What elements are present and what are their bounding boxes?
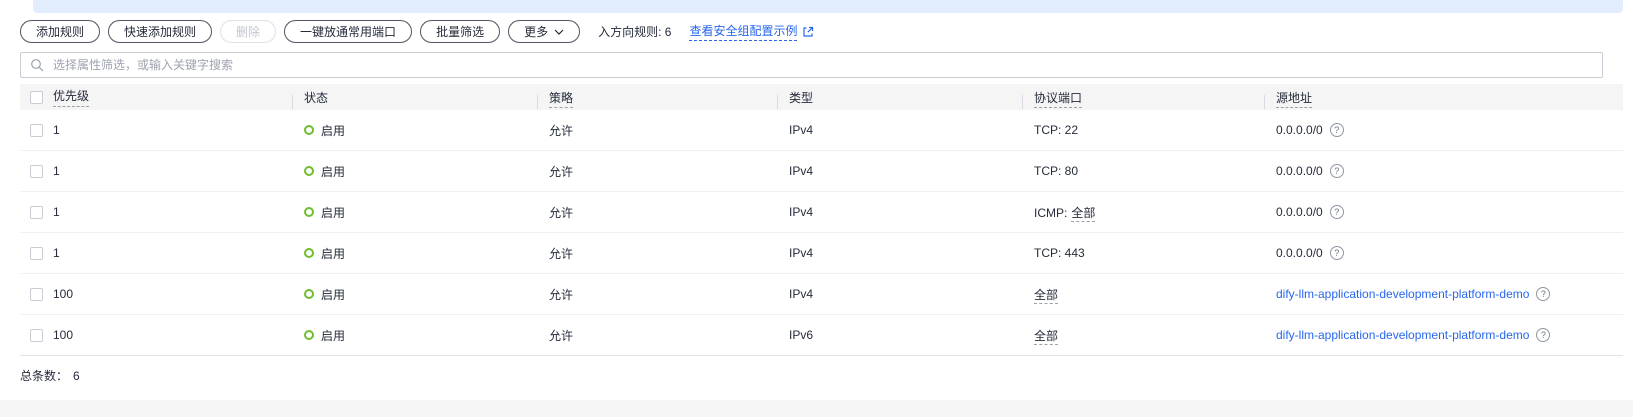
priority-value: 100 [53, 328, 74, 342]
row-checkbox[interactable] [30, 123, 43, 137]
table-body: 1 启用 允许 IPv4 TCP: 22 0.0.0.0/0 ? 1 启用 允许… [20, 110, 1623, 356]
row-checkbox[interactable] [30, 164, 43, 178]
search-icon [31, 59, 44, 72]
open-common-ports-button[interactable]: 一键放通常用端口 [284, 20, 413, 43]
table-row: 1 启用 允许 IPv4 TCP: 443 0.0.0.0/0 ? [20, 233, 1623, 274]
help-icon[interactable]: ? [1329, 123, 1344, 137]
help-icon[interactable]: ? [1536, 287, 1551, 301]
policy-value: 允许 [549, 205, 574, 220]
help-icon[interactable]: ? [1536, 328, 1551, 342]
help-icon[interactable]: ? [1329, 205, 1344, 219]
table-row: 1 启用 允许 IPv4 ICMP: 全部 0.0.0.0/0 ? [20, 192, 1623, 233]
protocol-value: TCP: 80 [1034, 164, 1079, 178]
select-all-checkbox[interactable] [30, 90, 43, 104]
status-label: 启用 [321, 123, 346, 138]
status-label: 启用 [321, 328, 346, 343]
protocol-value: TCP: 22 [1034, 123, 1079, 137]
inbound-rules-count: 入方向规则: 6 [598, 25, 672, 39]
status-enabled-icon [304, 166, 314, 176]
column-header-priority[interactable]: 优先级 [53, 87, 90, 107]
type-value: IPv4 [789, 287, 814, 301]
priority-value: 1 [53, 123, 60, 137]
policy-value: 允许 [549, 246, 574, 261]
status-enabled-icon [304, 125, 314, 135]
status-badge: 启用 [304, 286, 345, 303]
toolbar: 添加规则 快速添加规则 删除 一键放通常用端口 批量筛选 更多 入方向规则: 6… [20, 20, 814, 43]
row-checkbox[interactable] [30, 287, 43, 301]
protocol-value: TCP: 443 [1034, 246, 1085, 260]
external-link-icon [803, 26, 814, 37]
chevron-down-icon [554, 29, 564, 35]
status-badge: 启用 [304, 245, 345, 262]
view-example-link-label: 查看安全组配置示例 [689, 22, 798, 41]
status-badge: 启用 [304, 204, 345, 221]
more-button[interactable]: 更多 [508, 20, 581, 43]
row-checkbox[interactable] [30, 328, 43, 342]
protocol-value: ICMP: [1034, 205, 1068, 220]
table-header: 优先级 状态 策略 类型 协议端口 源地址 [20, 84, 1623, 110]
top-notice-banner [33, 0, 1623, 13]
type-value: IPv6 [789, 328, 814, 342]
table-row: 1 启用 允许 IPv4 TCP: 80 0.0.0.0/0 ? [20, 151, 1623, 192]
filter-search-bar[interactable] [20, 52, 1603, 78]
column-header-type: 类型 [789, 90, 814, 105]
status-badge: 启用 [304, 122, 345, 139]
table-row: 100 启用 允许 IPv6 全部 dify-llm-application-d… [20, 315, 1623, 356]
type-value: IPv4 [789, 123, 814, 137]
table-row: 100 启用 允许 IPv4 全部 dify-llm-application-d… [20, 274, 1623, 315]
help-icon[interactable]: ? [1329, 164, 1344, 178]
status-badge: 启用 [304, 327, 345, 344]
policy-value: 允许 [549, 123, 574, 138]
column-header-status: 状态 [304, 90, 329, 105]
status-label: 启用 [321, 164, 346, 179]
source-value: 0.0.0.0/0 [1276, 123, 1323, 137]
policy-value: 允许 [549, 328, 574, 343]
total-count-label: 总条数： [20, 369, 69, 383]
add-rule-button[interactable]: 添加规则 [20, 20, 101, 43]
status-label: 启用 [321, 246, 346, 261]
more-button-label: 更多 [524, 25, 549, 39]
source-value[interactable]: dify-llm-application-development-platfor… [1276, 287, 1529, 301]
column-header-policy[interactable]: 策略 [549, 90, 574, 108]
priority-value: 1 [53, 246, 60, 260]
source-value[interactable]: dify-llm-application-development-platfor… [1276, 328, 1529, 342]
priority-value: 1 [53, 164, 60, 178]
source-value: 0.0.0.0/0 [1276, 246, 1323, 260]
status-enabled-icon [304, 330, 314, 340]
view-security-group-example-link[interactable]: 查看安全组配置示例 [689, 22, 814, 41]
row-checkbox[interactable] [30, 205, 43, 219]
type-value: IPv4 [789, 246, 814, 260]
total-count-value: 6 [73, 369, 80, 383]
protocol-tip[interactable]: 全部 [1071, 205, 1096, 222]
rules-table: 优先级 状态 策略 类型 协议端口 源地址 1 启用 允许 IPv4 TCP: … [20, 84, 1623, 356]
delete-button[interactable]: 删除 [220, 20, 277, 43]
status-badge: 启用 [304, 163, 345, 180]
status-label: 启用 [321, 205, 346, 220]
column-header-source[interactable]: 源地址 [1276, 90, 1313, 108]
source-value: 0.0.0.0/0 [1276, 164, 1323, 178]
status-label: 启用 [321, 287, 346, 302]
batch-filter-button[interactable]: 批量筛选 [420, 20, 501, 43]
table-row: 1 启用 允许 IPv4 TCP: 22 0.0.0.0/0 ? [20, 110, 1623, 151]
policy-value: 允许 [549, 287, 574, 302]
search-input[interactable] [51, 57, 1593, 73]
type-value: IPv4 [789, 205, 814, 219]
type-value: IPv4 [789, 164, 814, 178]
security-group-rules-panel: 添加规则 快速添加规则 删除 一键放通常用端口 批量筛选 更多 入方向规则: 6… [0, 0, 1633, 400]
status-enabled-icon [304, 289, 314, 299]
priority-value: 1 [53, 205, 60, 219]
priority-value: 100 [53, 287, 74, 301]
source-value: 0.0.0.0/0 [1276, 205, 1323, 219]
status-enabled-icon [304, 207, 314, 217]
status-enabled-icon [304, 248, 314, 258]
column-header-protocol-port[interactable]: 协议端口 [1034, 90, 1083, 108]
protocol-tip[interactable]: 全部 [1034, 328, 1059, 345]
protocol-tip[interactable]: 全部 [1034, 287, 1059, 304]
row-checkbox[interactable] [30, 246, 43, 260]
help-icon[interactable]: ? [1329, 246, 1344, 260]
policy-value: 允许 [549, 164, 574, 179]
total-count: 总条数： 6 [20, 367, 80, 384]
quick-add-rule-button[interactable]: 快速添加规则 [108, 20, 213, 43]
